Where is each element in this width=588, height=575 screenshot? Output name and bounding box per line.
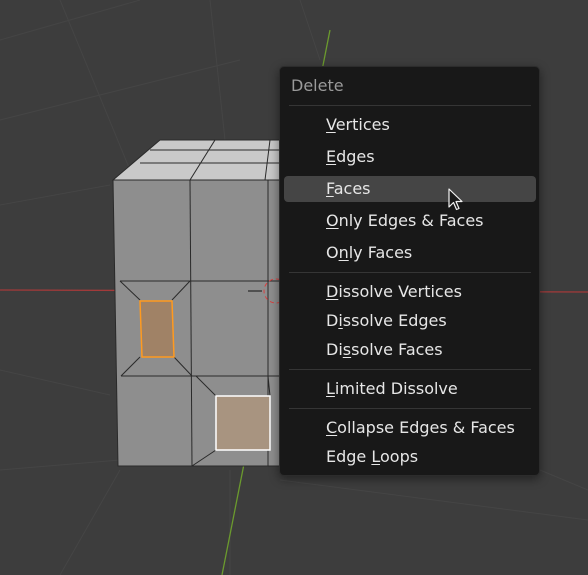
menu-separator — [289, 272, 531, 273]
menu-item-label: Edges — [326, 147, 375, 166]
menu-item-only-edges-faces[interactable]: Only Edges & Faces — [284, 208, 536, 234]
menu-item-label: Collapse Edges & Faces — [326, 418, 515, 437]
menu-item-dissolve-faces[interactable]: Dissolve Faces — [284, 337, 536, 363]
cube-top-face — [111, 139, 291, 181]
menu-item-faces[interactable]: Faces — [284, 176, 536, 202]
menu-item-edges[interactable]: Edges — [284, 144, 536, 170]
mesh-cube[interactable] — [111, 139, 291, 467]
menu-item-label: Only Edges & Faces — [326, 211, 484, 230]
menu-item-label: Dissolve Faces — [326, 340, 443, 359]
menu-item-label: Only Faces — [326, 243, 413, 262]
mouse-pointer-icon — [448, 188, 463, 211]
menu-item-label: Vertices — [326, 115, 390, 134]
menu-item-only-faces[interactable]: Only Faces — [284, 240, 536, 266]
menu-separator — [289, 369, 531, 370]
menu-item-label: Edge Loops — [326, 447, 419, 466]
menu-item-collapse-edges-faces[interactable]: Collapse Edges & Faces — [284, 415, 536, 441]
menu-item-edge-loops[interactable]: Edge Loops — [284, 444, 536, 470]
delete-context-menu: Delete Vertices Edges Faces Only Edges &… — [279, 66, 540, 476]
menu-item-label: Limited Dissolve — [326, 379, 458, 398]
menu-item-dissolve-vertices[interactable]: Dissolve Vertices — [284, 279, 536, 305]
menu-item-dissolve-edges[interactable]: Dissolve Edges — [284, 308, 536, 334]
menu-item-label: Dissolve Edges — [326, 311, 447, 330]
menu-separator — [289, 105, 531, 106]
active-face[interactable] — [215, 395, 271, 451]
menu-item-label: Dissolve Vertices — [326, 282, 462, 301]
menu-item-label: Faces — [326, 179, 371, 198]
selected-face[interactable] — [139, 300, 175, 358]
menu-item-limited-dissolve[interactable]: Limited Dissolve — [284, 376, 536, 402]
menu-separator — [289, 408, 531, 409]
menu-title: Delete — [291, 76, 344, 95]
menu-item-vertices[interactable]: Vertices — [284, 112, 536, 138]
